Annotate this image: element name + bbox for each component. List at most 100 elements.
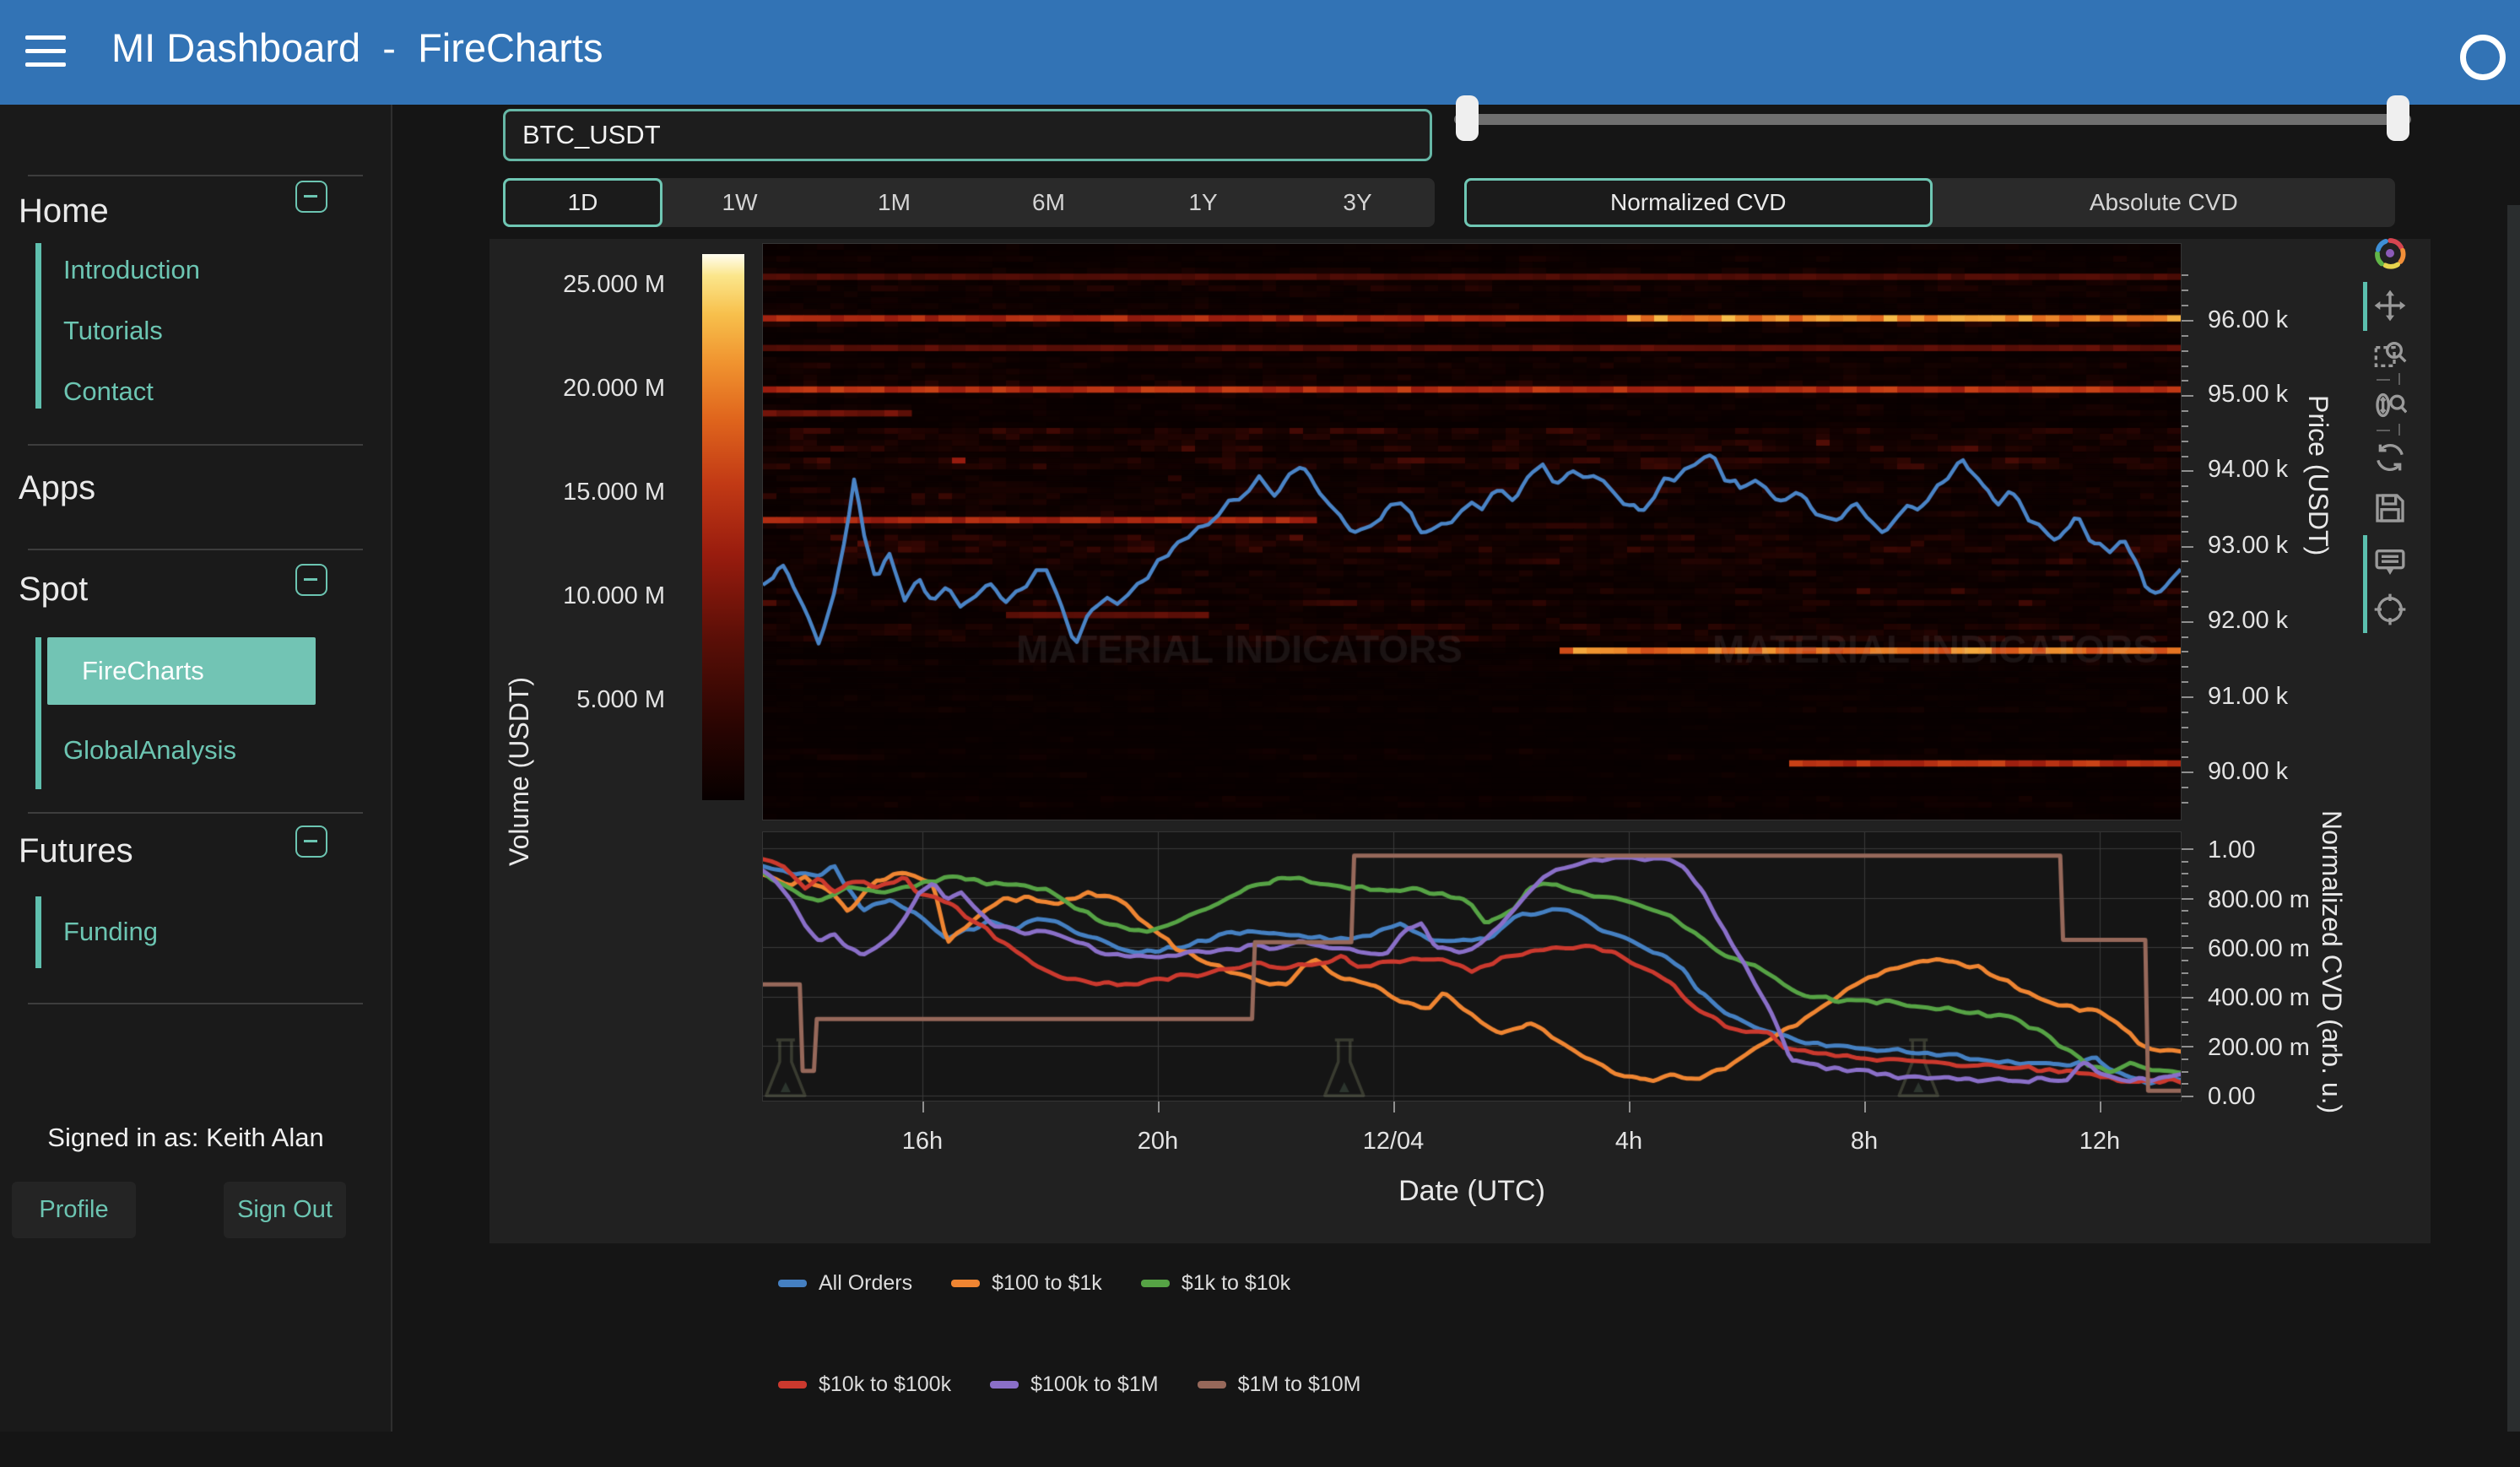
axis-tick: [2182, 1009, 2188, 1010]
axis-tick: [2182, 787, 2188, 788]
price-tick: 92.00 k: [2208, 607, 2288, 635]
axis-tick: [2182, 456, 2188, 457]
axis-tick: [2182, 365, 2188, 367]
legend-dash-brown: [1198, 1381, 1226, 1389]
axis-tick: [1864, 1102, 1866, 1112]
normalized-cvd-button[interactable]: Normalized CVD: [1464, 178, 1933, 227]
futures-group-indent-bar: [35, 896, 41, 968]
timeframe-1d-button[interactable]: 1D: [503, 178, 662, 227]
sidebar-item-contact[interactable]: Contact: [63, 376, 154, 407]
axis-tick: [2182, 923, 2188, 924]
crosshair-icon[interactable]: [2373, 593, 2407, 626]
cvd-tick: 1.00: [2208, 836, 2255, 864]
sidebar-item-tutorials[interactable]: Tutorials: [63, 316, 163, 346]
axis-tick: [2182, 546, 2193, 548]
axis-tick: [2182, 848, 2193, 850]
axis-tick: [2182, 425, 2188, 427]
sidebar-item-globalanalysis[interactable]: GlobalAnalysis: [63, 735, 236, 766]
axis-tick: [2182, 771, 2193, 773]
x-tick: 4h: [1615, 1128, 1642, 1156]
zoom-axes-icon[interactable]: [2373, 388, 2407, 422]
timeframe-6m-button[interactable]: 6M: [971, 178, 1126, 227]
sidebar-item-introduction[interactable]: Introduction: [63, 255, 200, 285]
legend-item[interactable]: $1M to $10M: [1198, 1372, 1361, 1397]
colorbar-tick: 20.000 M: [506, 375, 665, 403]
axis-tick: [2182, 636, 2188, 638]
price-tick: 91.00 k: [2208, 683, 2288, 711]
profile-button[interactable]: Profile: [12, 1182, 136, 1238]
signed-in-status: Signed in as: Keith Alan: [0, 1123, 371, 1153]
divider: [28, 812, 363, 814]
legend-item[interactable]: $100k to $1M: [990, 1372, 1159, 1397]
annotations-icon[interactable]: [2373, 545, 2407, 579]
collapse-spot-button[interactable]: [295, 564, 327, 596]
sidebar-heading-home[interactable]: Home: [19, 192, 109, 230]
timeframe-1w-button[interactable]: 1W: [662, 178, 817, 227]
legend-item[interactable]: All Orders: [778, 1271, 912, 1296]
axis-tick: [2182, 681, 2188, 683]
plotly-logo-icon[interactable]: [2373, 236, 2407, 270]
save-icon[interactable]: [2373, 491, 2407, 525]
slider-handle-right[interactable]: [2387, 95, 2409, 141]
timeframe-1m-button[interactable]: 1M: [817, 178, 971, 227]
axis-tick: [2182, 727, 2188, 728]
axis-tick: [2182, 380, 2188, 382]
sidebar-item-funding[interactable]: Funding: [63, 917, 158, 947]
axis-tick: [2182, 1021, 2188, 1023]
axis-tick: [2182, 935, 2188, 937]
axis-tick: [2182, 1071, 2188, 1073]
axis-tick: [2182, 947, 2193, 949]
x-tick: 12/04: [1363, 1128, 1425, 1156]
sidebar-heading-spot[interactable]: Spot: [19, 571, 88, 609]
axis-tick: [2182, 485, 2188, 487]
axis-tick: [2182, 516, 2188, 517]
hamburger-menu-icon[interactable]: [25, 35, 66, 69]
spot-group-indent-bar: [35, 637, 41, 789]
axis-tick: [2182, 395, 2193, 397]
legend-dash-green: [1141, 1280, 1170, 1287]
collapse-home-button[interactable]: [295, 181, 327, 213]
slider-handle-left[interactable]: [1456, 95, 1479, 141]
cvd-mode-toggle: Normalized CVD Absolute CVD: [1464, 178, 2395, 227]
pan-icon[interactable]: [2373, 289, 2407, 322]
signout-button[interactable]: Sign Out: [224, 1182, 346, 1238]
cvd-tick: 200.00 m: [2208, 1034, 2310, 1062]
home-group-indent-bar: [35, 243, 41, 409]
timeframe-button-group: 1D 1W 1M 6M 1Y 3Y: [503, 178, 1435, 227]
axis-tick: [2182, 885, 2188, 887]
account-circle-icon[interactable]: [2460, 35, 2506, 80]
axis-tick: [2182, 410, 2188, 412]
legend-dash-red: [778, 1381, 807, 1389]
ticker-symbol-input[interactable]: [503, 109, 1432, 161]
normalized-cvd-chart[interactable]: [762, 831, 2182, 1102]
timeframe-3y-button[interactable]: 3Y: [1280, 178, 1435, 227]
axis-tick: [2182, 666, 2188, 668]
sidebar-item-firecharts-selected[interactable]: FireCharts: [47, 637, 316, 705]
axis-tick: [2182, 274, 2188, 276]
legend-item[interactable]: $1k to $10k: [1141, 1271, 1290, 1296]
colorbar-tick: 25.000 M: [506, 271, 665, 299]
price-tick: 93.00 k: [2208, 532, 2288, 560]
legend-item[interactable]: $10k to $100k: [778, 1372, 951, 1397]
modebar-group-divider: [2377, 379, 2390, 381]
axis-tick: [2182, 741, 2188, 743]
axis-tick: [2182, 873, 2188, 874]
box-zoom-icon[interactable]: [2373, 338, 2407, 371]
axis-tick: [2182, 441, 2188, 442]
cvd-tick: 400.00 m: [2208, 984, 2310, 1012]
modebar-active-indicator: [2363, 535, 2367, 633]
absolute-cvd-button[interactable]: Absolute CVD: [1933, 178, 2396, 227]
axis-tick: [2182, 1046, 2193, 1047]
legend-item[interactable]: $100 to $1k: [951, 1271, 1102, 1296]
autoscale-icon[interactable]: [2373, 441, 2407, 474]
volume-heatmap-chart[interactable]: [762, 243, 2182, 820]
scrollbar[interactable]: [2507, 205, 2520, 1432]
date-range-slider[interactable]: [1454, 95, 2411, 141]
sidebar-heading-futures[interactable]: Futures: [19, 832, 133, 870]
collapse-futures-button[interactable]: [295, 826, 327, 858]
axis-tick: [2182, 1096, 2193, 1097]
axis-tick: [922, 1102, 924, 1112]
x-tick: 12h: [2079, 1128, 2120, 1156]
timeframe-1y-button[interactable]: 1Y: [1126, 178, 1280, 227]
slider-track[interactable]: [1454, 114, 2411, 125]
